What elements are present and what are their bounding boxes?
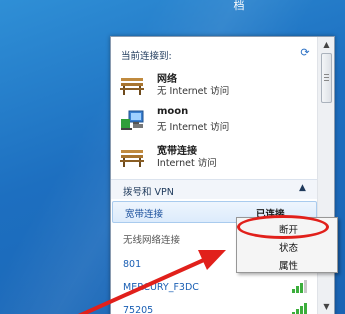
annotation-arrow <box>78 250 226 314</box>
